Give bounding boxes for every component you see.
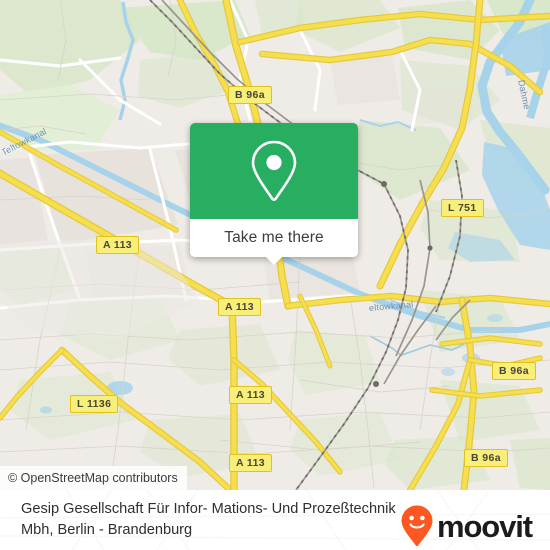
road-shield: B 96a bbox=[228, 86, 273, 104]
moovit-wordmark: moovit bbox=[436, 508, 533, 544]
map-share-card: .green { fill:#d5e6c6; } .green2 { fill:… bbox=[0, 0, 550, 550]
footer-bar: Gesip Gesellschaft Für Infor- Mations- U… bbox=[0, 490, 550, 550]
place-title: Gesip Gesellschaft Für Infor- Mations- U… bbox=[21, 501, 396, 538]
road-shield: A 113 bbox=[96, 236, 140, 254]
take-me-there-button[interactable]: Take me there bbox=[190, 219, 358, 257]
road-shield: B 96a bbox=[464, 449, 509, 467]
moovit-logo[interactable]: moovit bbox=[400, 504, 533, 548]
road-shield: L 1136 bbox=[70, 395, 119, 413]
card-pin-area bbox=[190, 123, 358, 219]
map-pin-icon bbox=[251, 140, 297, 201]
take-me-there-label: Take me there bbox=[224, 229, 324, 246]
osm-attribution[interactable]: © OpenStreetMap contributors bbox=[0, 466, 187, 490]
road-shield: L 751 bbox=[441, 199, 484, 217]
road-shield: B 96a bbox=[492, 362, 537, 380]
road-shield: A 113 bbox=[229, 454, 273, 472]
location-card[interactable]: Take me there bbox=[190, 123, 358, 265]
road-shield: A 113 bbox=[229, 386, 273, 404]
road-shield: A 113 bbox=[218, 298, 262, 316]
moovit-smiley-pin-icon bbox=[401, 505, 433, 547]
